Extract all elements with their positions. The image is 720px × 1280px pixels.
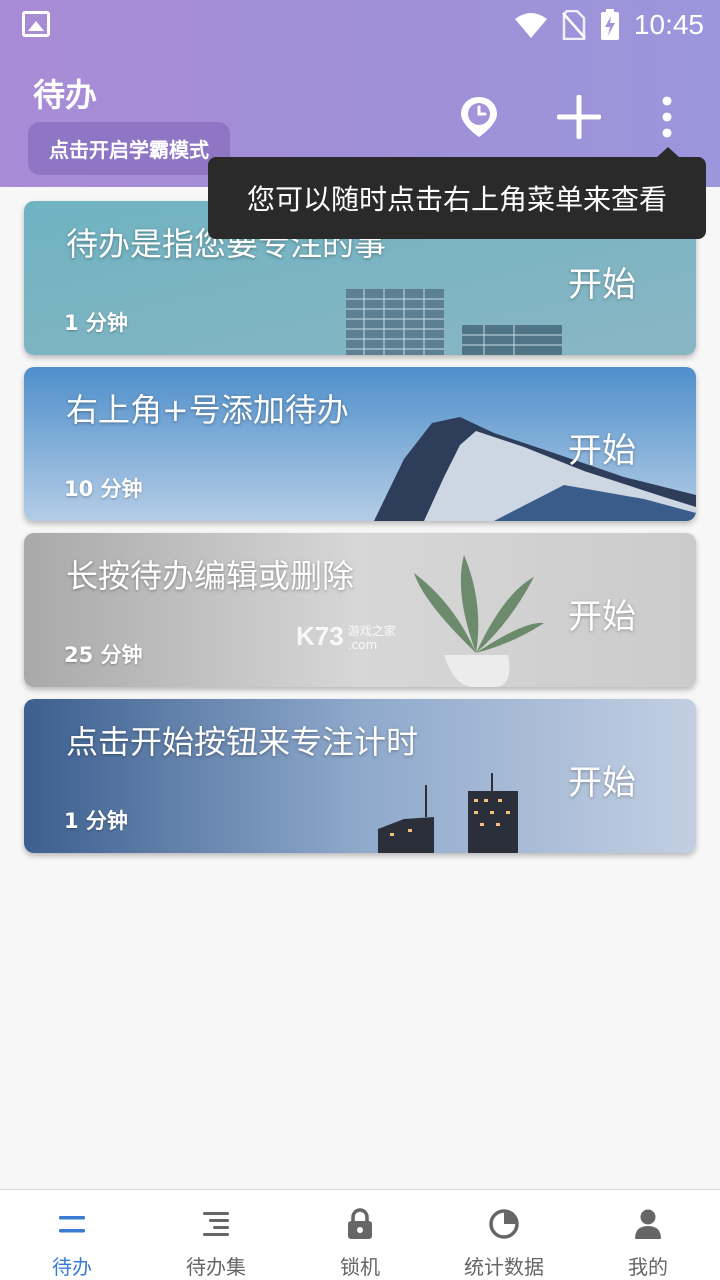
pie-chart-icon xyxy=(486,1206,522,1241)
status-bar: 10:45 xyxy=(0,0,720,50)
nav-item-todo[interactable]: 待办 xyxy=(0,1190,144,1280)
battery-charging-icon xyxy=(600,9,619,40)
start-button[interactable]: 开始 xyxy=(568,257,636,306)
nav-item-lock[interactable]: 锁机 xyxy=(288,1190,432,1280)
location-clock-icon[interactable] xyxy=(454,92,504,142)
clock: 10:45 xyxy=(633,9,704,40)
watermark-brand: K73 xyxy=(296,621,344,651)
stacked-list-icon xyxy=(198,1206,234,1241)
task-card[interactable]: 点击开始按钮来专注计时 1 分钟 开始 xyxy=(24,699,696,853)
watermark-subtitle: 游戏之家 xyxy=(347,624,396,638)
person-icon xyxy=(630,1206,666,1241)
wifi-icon xyxy=(514,13,547,38)
nav-label: 统计数据 xyxy=(464,1255,544,1279)
start-button[interactable]: 开始 xyxy=(568,589,636,638)
task-duration: 1 分钟 xyxy=(64,311,128,335)
task-duration: 1 分钟 xyxy=(64,809,128,833)
no-sim-icon xyxy=(561,10,586,40)
image-notification-icon xyxy=(22,11,50,37)
nav-label: 待办 xyxy=(52,1255,92,1279)
task-title: 点击开始按钮来专注计时 xyxy=(66,723,419,761)
nav-item-statistics[interactable]: 统计数据 xyxy=(432,1190,576,1280)
study-mode-button[interactable]: 点击开启学霸模式 xyxy=(28,122,230,175)
start-button[interactable]: 开始 xyxy=(568,755,636,804)
nav-label: 我的 xyxy=(628,1255,668,1279)
menu-hint-tooltip: 您可以随时点击右上角菜单来查看 xyxy=(208,147,706,239)
task-duration: 25 分钟 xyxy=(64,643,143,667)
nav-item-todo-sets[interactable]: 待办集 xyxy=(144,1190,288,1280)
more-vert-icon[interactable] xyxy=(642,92,692,142)
status-indicators: 10:45 xyxy=(514,6,704,44)
task-card[interactable]: 右上角+号添加待办 10 分钟 开始 xyxy=(24,367,696,521)
watermark-logo: K73 游戏之家 .com xyxy=(296,621,396,652)
nav-label: 锁机 xyxy=(340,1255,380,1279)
bottom-navigation: 待办 待办集 锁机 统计数据 我的 xyxy=(0,1189,720,1280)
task-card[interactable]: 长按待办编辑或删除 K73 游戏之家 .com 25 分钟 开始 xyxy=(24,533,696,687)
page-title: 待办 xyxy=(33,76,98,114)
task-title: 右上角+号添加待办 xyxy=(66,391,349,429)
nav-label: 待办集 xyxy=(186,1255,246,1279)
lock-icon xyxy=(342,1206,378,1241)
list-icon xyxy=(54,1206,90,1241)
task-title: 长按待办编辑或删除 xyxy=(66,557,355,595)
nav-item-profile[interactable]: 我的 xyxy=(576,1190,720,1280)
task-duration: 10 分钟 xyxy=(64,477,143,501)
plus-icon[interactable] xyxy=(554,92,604,142)
watermark-domain: .com xyxy=(347,638,378,652)
start-button[interactable]: 开始 xyxy=(568,423,636,472)
